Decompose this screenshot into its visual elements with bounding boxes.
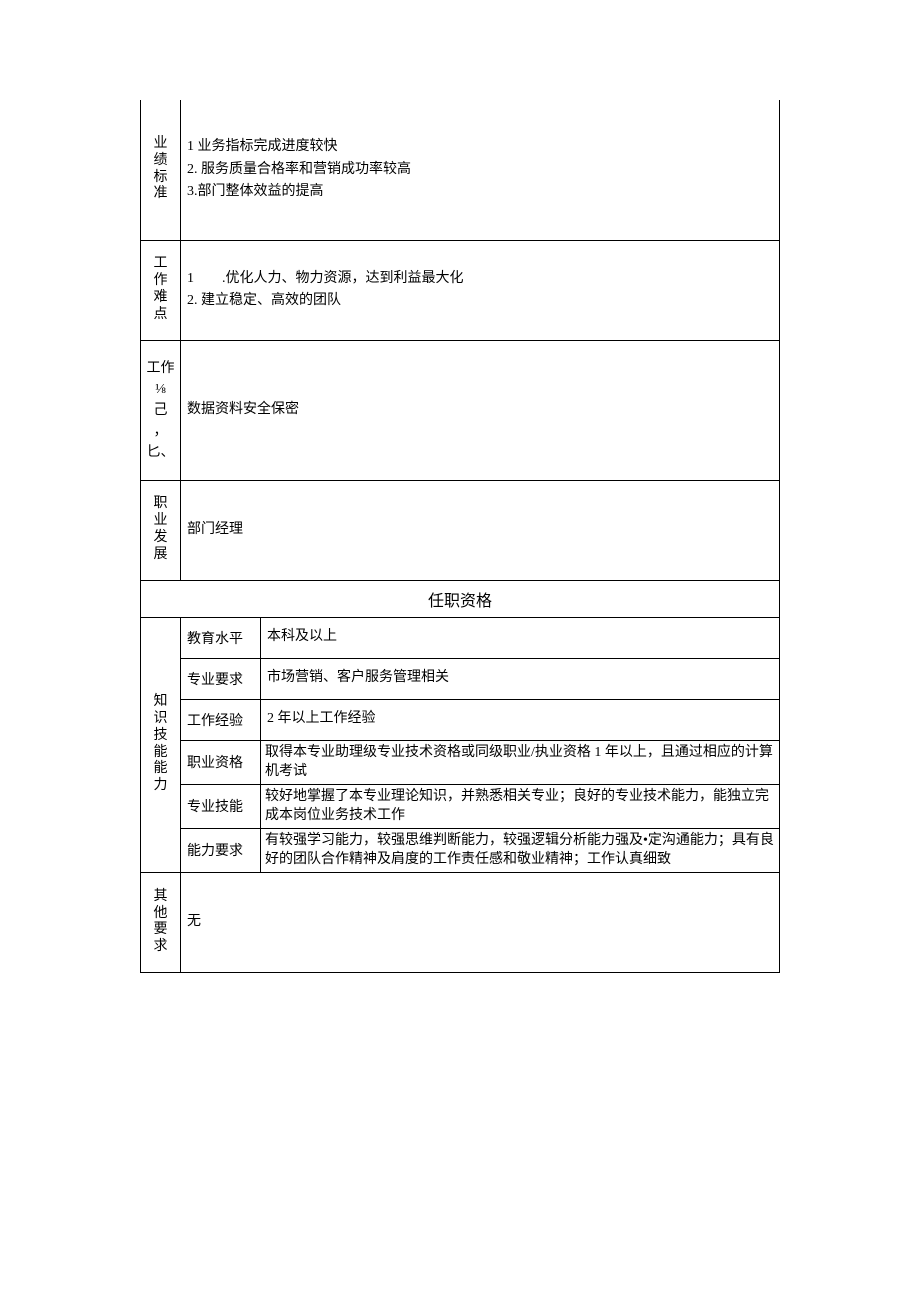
work-etc-label: 工作 ⅛ 己 ， 匕、 bbox=[141, 340, 181, 480]
other-row: 其他要求 无 bbox=[141, 873, 780, 973]
work-etc-row: 工作 ⅛ 己 ， 匕、 数据资料安全保密 bbox=[141, 340, 780, 480]
major-label: 专业要求 bbox=[181, 658, 261, 699]
performance-row: 业绩标准 1 业务指标完成进度较快 2. 服务质量合格率和营销成功率较高 3.部… bbox=[141, 100, 780, 240]
major-row: 专业要求 市场营销、客户服务管理相关 bbox=[141, 658, 780, 699]
difficulty-row: 工作难点 1 .优化人力、物力资源，达到利益最大化 2. 建立稳定、高效的团队 bbox=[141, 240, 780, 340]
performance-content: 1 业务指标完成进度较快 2. 服务质量合格率和营销成功率较高 3.部门整体效益… bbox=[181, 100, 780, 240]
experience-row: 工作经验 2 年以上工作经验 bbox=[141, 699, 780, 740]
experience-label: 工作经验 bbox=[181, 699, 261, 740]
ability-label: 能力要求 bbox=[181, 828, 261, 872]
cert-value: 取得本专业助理级专业技术资格或同级职业/执业资格 1 年以上，且通过相应的计算机… bbox=[261, 740, 780, 784]
other-value: 无 bbox=[181, 873, 780, 973]
difficulty-label: 工作难点 bbox=[141, 240, 181, 340]
performance-label: 业绩标准 bbox=[141, 100, 181, 240]
major-value: 市场营销、客户服务管理相关 bbox=[261, 658, 780, 699]
career-label: 职业发展 bbox=[141, 480, 181, 580]
difficulty-content: 1 .优化人力、物力资源，达到利益最大化 2. 建立稳定、高效的团队 bbox=[181, 240, 780, 340]
job-description-table: 业绩标准 1 业务指标完成进度较快 2. 服务质量合格率和营销成功率较高 3.部… bbox=[140, 100, 780, 973]
career-content: 部门经理 bbox=[181, 480, 780, 580]
career-row: 职业发展 部门经理 bbox=[141, 480, 780, 580]
ability-value: 有较强学习能力，较强思维判断能力，较强逻辑分析能力强及•定沟通能力；具有良好的团… bbox=[261, 828, 780, 872]
education-value: 本科及以上 bbox=[261, 617, 780, 658]
skills-value: 较好地掌握了本专业理论知识，并熟悉相关专业；良好的专业技术能力，能独立完成本岗位… bbox=[261, 784, 780, 828]
cert-label: 职业资格 bbox=[181, 740, 261, 784]
ability-row: 能力要求 有较强学习能力，较强思维判断能力，较强逻辑分析能力强及•定沟通能力；具… bbox=[141, 828, 780, 872]
qualification-header: 任职资格 bbox=[141, 580, 780, 617]
education-label: 教育水平 bbox=[181, 617, 261, 658]
cert-row: 职业资格 取得本专业助理级专业技术资格或同级职业/执业资格 1 年以上，且通过相… bbox=[141, 740, 780, 784]
other-label: 其他要求 bbox=[141, 873, 181, 973]
education-row: 知识技能能力 教育水平 本科及以上 bbox=[141, 617, 780, 658]
knowledge-label: 知识技能能力 bbox=[141, 617, 181, 873]
work-etc-content: 数据资料安全保密 bbox=[181, 340, 780, 480]
skills-row: 专业技能 较好地掌握了本专业理论知识，并熟悉相关专业；良好的专业技术能力，能独立… bbox=[141, 784, 780, 828]
skills-label: 专业技能 bbox=[181, 784, 261, 828]
experience-value: 2 年以上工作经验 bbox=[261, 699, 780, 740]
qualification-header-row: 任职资格 bbox=[141, 580, 780, 617]
